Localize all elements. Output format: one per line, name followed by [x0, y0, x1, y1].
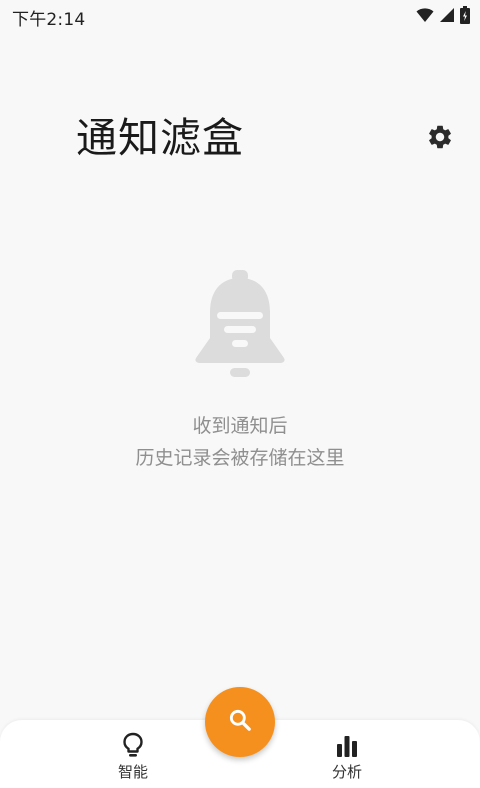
nav-item-smart[interactable]: 智能 [93, 730, 173, 782]
bar-chart-icon [335, 730, 359, 758]
empty-state-line-1: 收到通知后 [192, 415, 288, 437]
status-icons [416, 6, 470, 24]
bell-icon [190, 268, 290, 384]
page-title: 通知滤盒 [76, 114, 244, 162]
status-time: 下午2:14 [12, 10, 86, 30]
wifi-icon [416, 7, 434, 23]
gear-icon [426, 123, 454, 155]
nav-label-smart: 智能 [117, 763, 148, 781]
battery-icon [460, 6, 470, 24]
signal-icon [439, 7, 455, 23]
lightbulb-icon [122, 730, 144, 758]
app-screen: 下午2:14 通知滤盒 收到通知后 历史记录会被存储在这里 智能 分析 [0, 0, 480, 788]
settings-button[interactable] [425, 124, 455, 154]
nav-item-analysis[interactable]: 分析 [307, 730, 387, 782]
status-bar: 下午2:14 [0, 0, 480, 30]
empty-state-line-2: 历史记录会被存储在这里 [135, 447, 345, 469]
search-icon [227, 707, 253, 737]
nav-label-analysis: 分析 [331, 763, 362, 781]
search-fab-button[interactable] [205, 687, 275, 757]
